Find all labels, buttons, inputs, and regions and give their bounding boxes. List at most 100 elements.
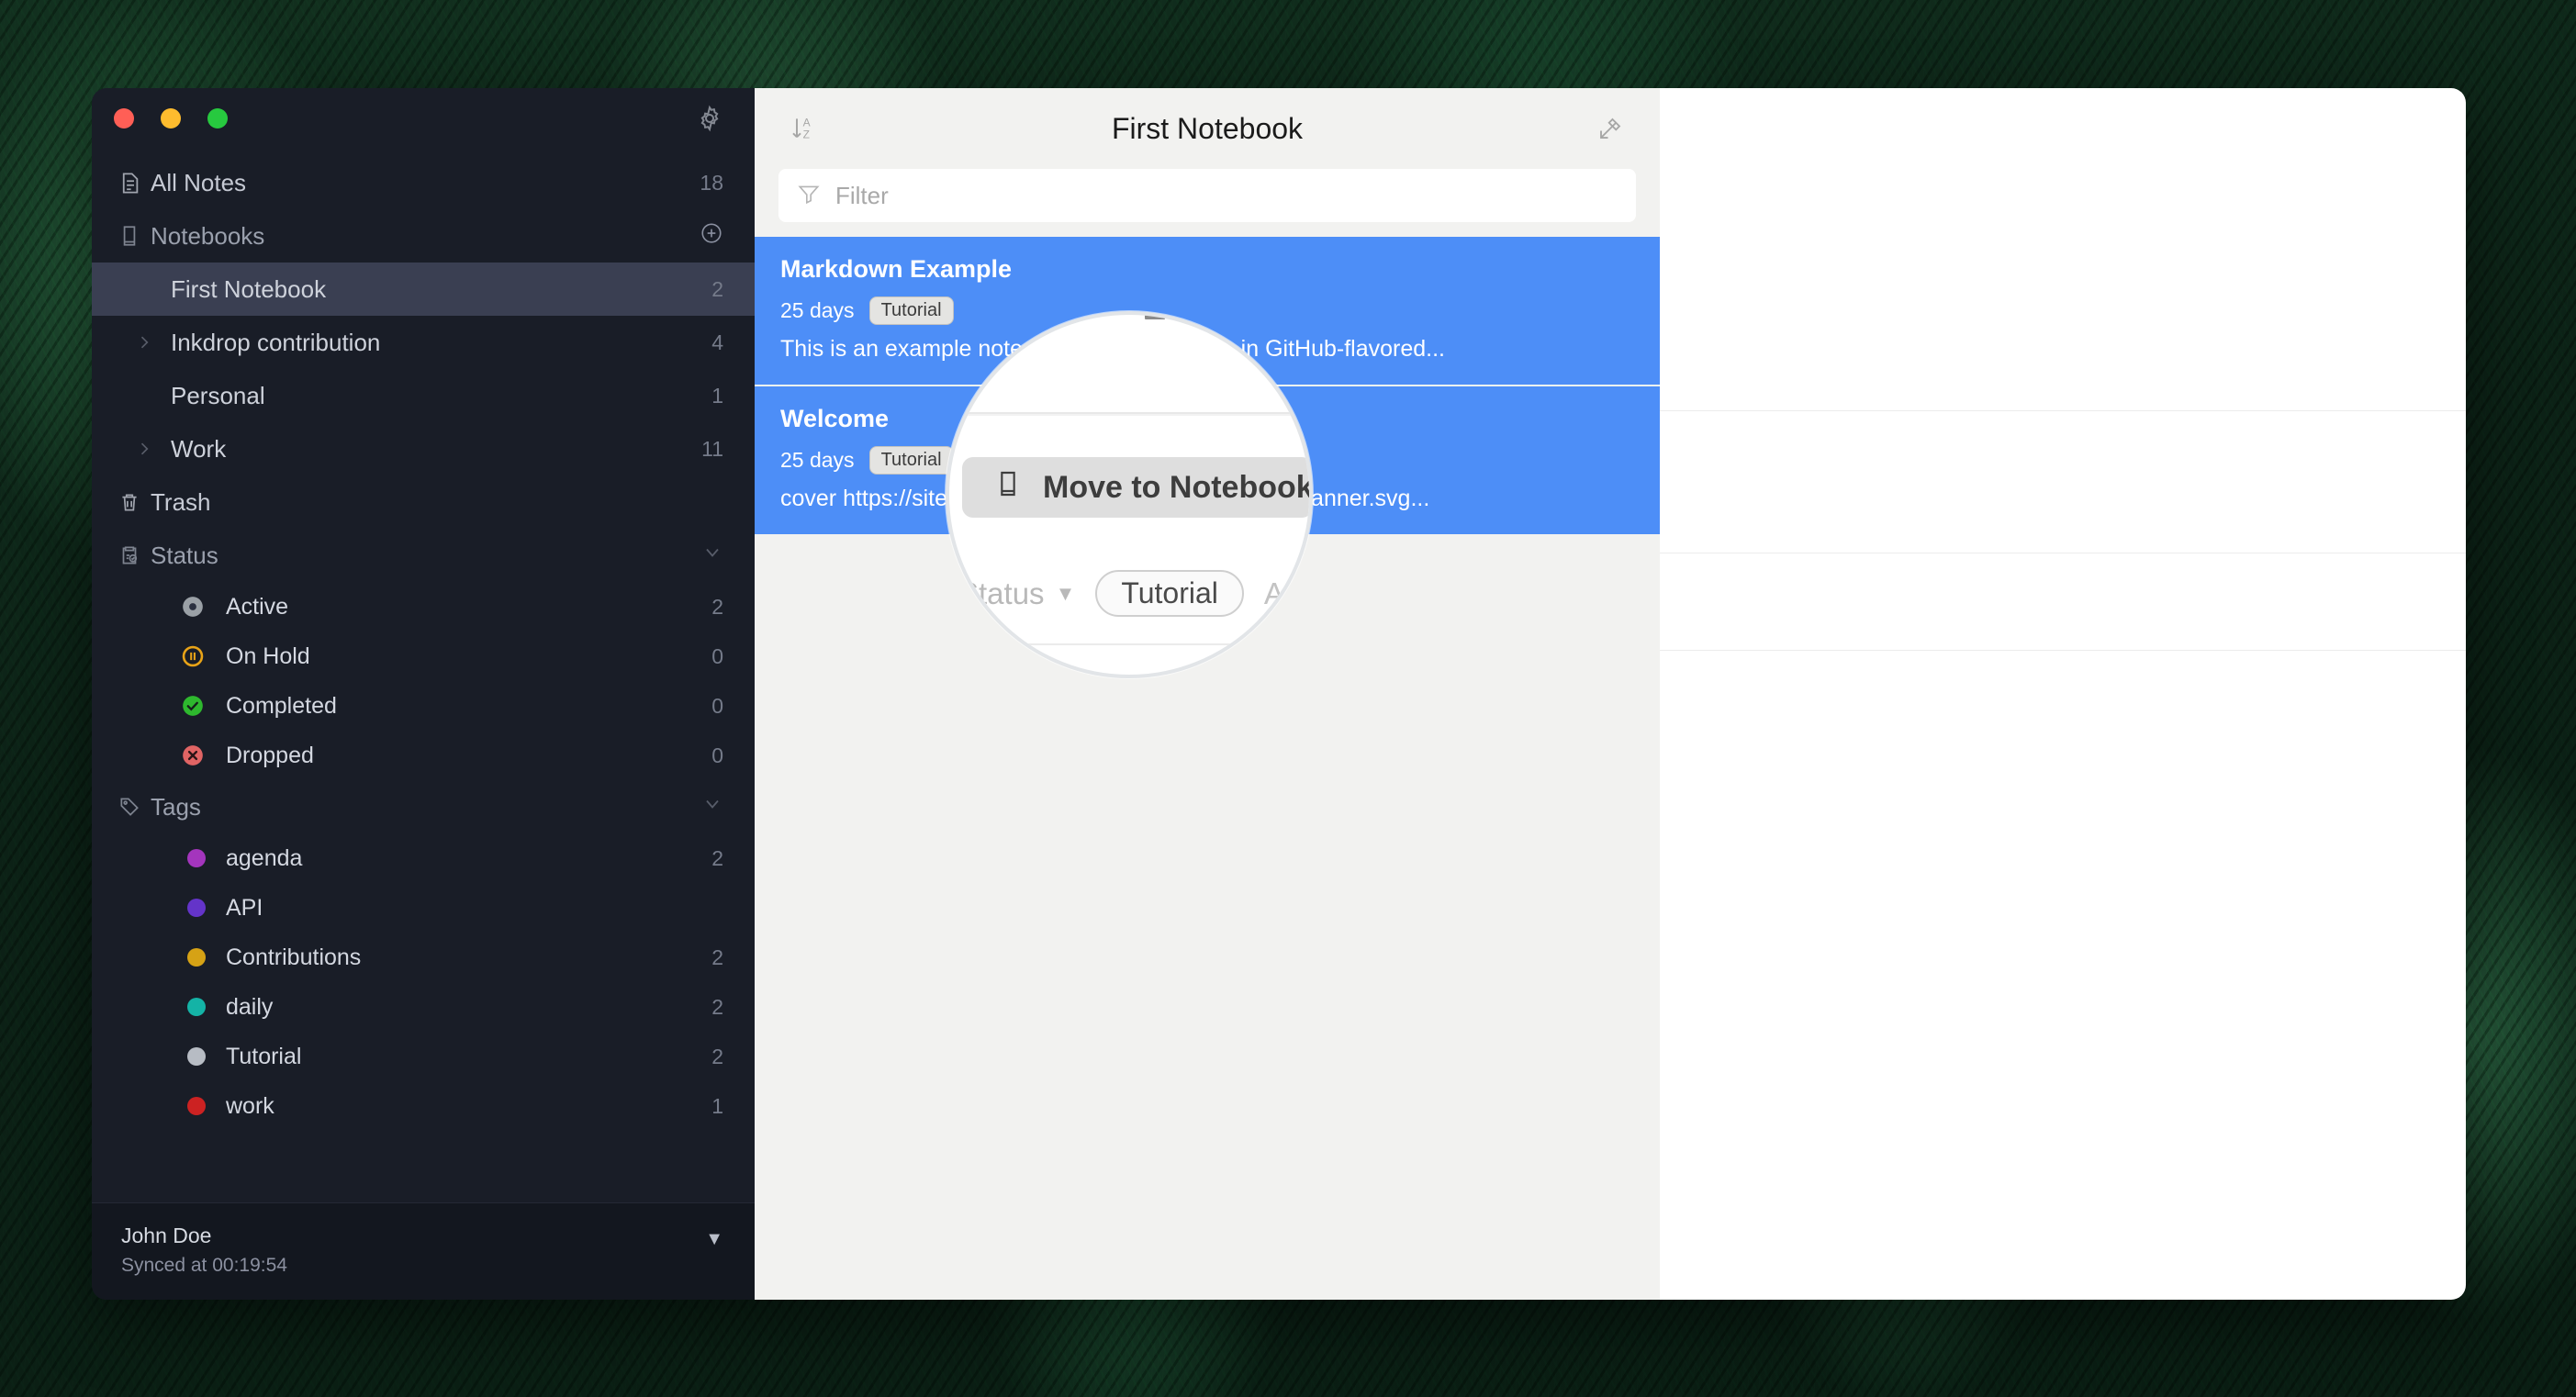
note-list-panel: A Z First Notebook Filter Markdown Examp… bbox=[755, 88, 1660, 1300]
chevron-down-icon[interactable] bbox=[701, 793, 723, 821]
sidebar: All Notes 18 Notebooks First Notebook 2 … bbox=[92, 88, 755, 1300]
chevron-right-icon[interactable] bbox=[118, 440, 171, 458]
sidebar-item-label: Trash bbox=[151, 487, 211, 516]
tag-color-dot bbox=[187, 849, 206, 867]
sidebar-section-label: Tags bbox=[151, 792, 201, 821]
sidebar-item-label: agenda bbox=[226, 844, 303, 871]
sidebar-item-all-notes[interactable]: All Notes 18 bbox=[92, 156, 755, 209]
sort-az-icon[interactable]: A Z bbox=[782, 114, 826, 143]
sidebar-item-count: 0 bbox=[711, 643, 723, 668]
sidebar-item-label: daily bbox=[226, 993, 274, 1020]
note-age: 25 days bbox=[780, 448, 855, 472]
sidebar-item-count: 1 bbox=[711, 1093, 723, 1118]
tag-color-dot bbox=[187, 1047, 206, 1066]
sidebar-item-label: work bbox=[226, 1092, 274, 1119]
note-tag-badge[interactable]: Tutorial bbox=[868, 446, 954, 475]
sync-status: Synced at 00:19:54 bbox=[121, 1255, 287, 1276]
note-list-title: First Notebook bbox=[1111, 111, 1304, 145]
magnified-divider bbox=[949, 643, 1309, 645]
sidebar-item-inkdrop-contribution[interactable]: Inkdrop contribution 4 bbox=[92, 316, 755, 369]
user-name: John Doe bbox=[121, 1224, 212, 1247]
sidebar-item-trash[interactable]: Trash bbox=[92, 475, 755, 529]
sidebar-item-tag-daily[interactable]: daily 2 bbox=[92, 982, 755, 1032]
sidebar-item-tag-agenda[interactable]: agenda 2 bbox=[92, 833, 755, 883]
maximize-button[interactable] bbox=[207, 108, 228, 129]
sidebar-item-status-dropped[interactable]: Dropped 0 bbox=[92, 731, 755, 780]
sidebar-item-tag-api[interactable]: API bbox=[92, 883, 755, 933]
sidebar-item-tag-work[interactable]: work 1 bbox=[92, 1081, 755, 1131]
sidebar-item-label: Inkdrop contribution bbox=[171, 328, 381, 356]
tag-icon bbox=[118, 795, 151, 819]
note-tag-badge[interactable]: Tutorial bbox=[868, 296, 954, 325]
magnifier-content: Move to Notebook... Status ▼ Tutorial Ad… bbox=[949, 315, 1309, 675]
sidebar-item-count: 4 bbox=[711, 330, 723, 354]
sidebar-section-notebooks[interactable]: Notebooks bbox=[92, 209, 755, 263]
move-to-notebook-label: Move to Notebook... bbox=[1043, 469, 1313, 505]
tag-color-dot bbox=[187, 948, 206, 967]
sidebar-item-count: 11 bbox=[701, 436, 723, 461]
caret-down-icon: ▼ bbox=[1055, 581, 1076, 605]
sidebar-item-status-on-hold[interactable]: On Hold 0 bbox=[92, 631, 755, 681]
caret-down-icon[interactable]: ▼ bbox=[705, 1229, 723, 1250]
sidebar-item-count: 0 bbox=[711, 743, 723, 767]
chevron-right-icon[interactable] bbox=[118, 333, 171, 352]
sidebar-section-label: Notebooks bbox=[151, 221, 265, 250]
tag-color-dot bbox=[187, 1097, 206, 1115]
minimize-button[interactable] bbox=[161, 108, 181, 129]
note-list-header: A Z First Notebook bbox=[755, 88, 1660, 169]
status-dropped-icon bbox=[180, 743, 206, 768]
sidebar-item-status-active[interactable]: Active 2 bbox=[92, 582, 755, 631]
gear-icon[interactable] bbox=[696, 105, 723, 137]
editor-divider bbox=[1660, 410, 2466, 411]
sidebar-item-count: 2 bbox=[711, 944, 723, 969]
add-notebook-button[interactable] bbox=[700, 221, 723, 251]
sidebar-item-count: 0 bbox=[711, 693, 723, 718]
tag-pill-tutorial[interactable]: Tutorial bbox=[1095, 570, 1244, 617]
sidebar-item-tag-contributions[interactable]: Contributions 2 bbox=[92, 933, 755, 982]
sidebar-item-label: Dropped bbox=[226, 742, 314, 768]
trash-icon bbox=[118, 490, 151, 514]
sidebar-item-count: 18 bbox=[700, 170, 723, 195]
inkdrop-app-window: All Notes 18 Notebooks First Notebook 2 … bbox=[92, 88, 2466, 1300]
sidebar-section-tags[interactable]: Tags bbox=[92, 780, 755, 833]
sidebar-item-personal[interactable]: Personal 1 bbox=[92, 369, 755, 422]
traffic-lights bbox=[114, 108, 228, 129]
filter-input[interactable]: Filter bbox=[778, 169, 1636, 222]
sidebar-item-label: Work bbox=[171, 434, 227, 463]
sidebar-item-count: 2 bbox=[711, 1044, 723, 1068]
add-tags-button[interactable]: Add Tags bbox=[1264, 576, 1309, 611]
status-completed-icon bbox=[180, 693, 206, 719]
status-dropdown[interactable]: Status ▼ bbox=[958, 576, 1075, 611]
status-onhold-icon bbox=[180, 643, 206, 669]
sidebar-item-tag-tutorial[interactable]: Tutorial 2 bbox=[92, 1032, 755, 1081]
sidebar-section-status[interactable]: Status bbox=[92, 529, 755, 582]
sidebar-item-count: 2 bbox=[711, 276, 723, 301]
filter-placeholder: Filter bbox=[835, 181, 889, 209]
magnifier-loupe[interactable]: Move to Notebook... Status ▼ Tutorial Ad… bbox=[946, 311, 1313, 678]
sidebar-item-label: On Hold bbox=[226, 643, 310, 669]
magnifier-handle[interactable] bbox=[1145, 315, 1165, 319]
sidebar-item-first-notebook[interactable]: First Notebook 2 bbox=[92, 263, 755, 316]
sidebar-item-count: 2 bbox=[711, 594, 723, 619]
book-icon bbox=[993, 469, 1023, 507]
user-account-footer[interactable]: John Doe Synced at 00:19:54 ▼ bbox=[92, 1202, 755, 1300]
sidebar-item-label: Contributions bbox=[226, 944, 362, 970]
editor-divider bbox=[1660, 650, 2466, 651]
compose-note-icon[interactable] bbox=[1588, 115, 1632, 142]
tag-color-dot bbox=[187, 899, 206, 917]
sidebar-item-count: 1 bbox=[711, 383, 723, 408]
editor-panel: ted e to Trash bbox=[1660, 88, 2466, 1300]
document-icon bbox=[118, 171, 151, 196]
magnified-tag-row: Status ▼ Tutorial Add Tags bbox=[958, 570, 1309, 617]
sidebar-item-status-completed[interactable]: Completed 0 bbox=[92, 681, 755, 731]
sidebar-nav: All Notes 18 Notebooks First Notebook 2 … bbox=[92, 147, 755, 1202]
funnel-icon bbox=[797, 182, 821, 210]
sidebar-item-work[interactable]: Work 11 bbox=[92, 422, 755, 475]
chevron-down-icon[interactable] bbox=[701, 542, 723, 570]
sidebar-section-label: Status bbox=[151, 541, 218, 569]
sidebar-item-label: Tutorial bbox=[226, 1043, 302, 1069]
note-title: Markdown Example bbox=[780, 255, 1013, 283]
sidebar-item-count: 2 bbox=[711, 845, 723, 870]
close-button[interactable] bbox=[114, 108, 134, 129]
move-to-notebook-item[interactable]: Move to Notebook... bbox=[962, 457, 1313, 518]
